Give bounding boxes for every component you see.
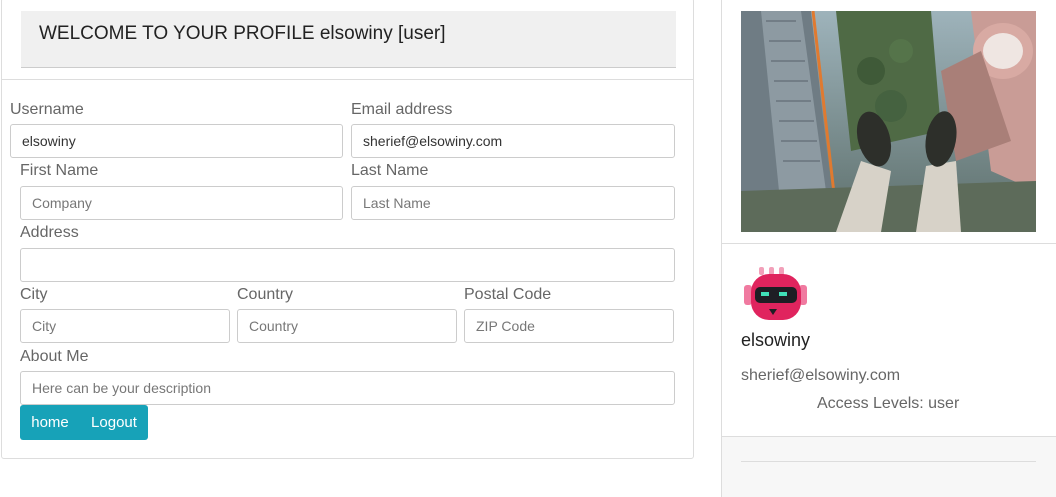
email-label: Email address: [351, 101, 453, 118]
city-label: City: [20, 286, 48, 303]
country-input[interactable]: [237, 309, 457, 343]
city-input[interactable]: [20, 309, 230, 343]
access-levels: Access Levels: user: [817, 395, 960, 412]
address-input[interactable]: [20, 248, 675, 282]
username-label: Username: [10, 101, 84, 118]
page-title: WELCOME TO YOUR PROFILE elsowiny [user]: [39, 23, 446, 44]
country-label: Country: [237, 286, 294, 303]
username-input[interactable]: [10, 124, 343, 158]
card-header: WELCOME TO YOUR PROFILE elsowiny [user]: [2, 0, 693, 80]
postal-code-input[interactable]: [464, 309, 674, 343]
email-input[interactable]: [351, 124, 675, 158]
cover-photo-image: [741, 11, 1036, 232]
card-divider: [722, 243, 1056, 244]
welcome-banner: WELCOME TO YOUR PROFILE elsowiny [user]: [21, 11, 676, 68]
about-me-input[interactable]: [20, 371, 675, 405]
about-me-label: About Me: [20, 348, 89, 365]
address-label: Address: [20, 224, 79, 241]
postal-code-label: Postal Code: [464, 286, 552, 303]
first-name-input[interactable]: [20, 186, 343, 220]
footer-divider: [741, 461, 1036, 462]
user-profile-card: elsowiny sherief@elsowiny.com Access Lev…: [721, 0, 1056, 497]
profile-email: sherief@elsowiny.com: [741, 367, 901, 384]
robot-avatar-icon: [741, 265, 811, 327]
last-name-label: Last Name: [351, 162, 429, 179]
card-footer: [722, 437, 1056, 497]
home-button[interactable]: home: [20, 405, 80, 440]
last-name-input[interactable]: [351, 186, 675, 220]
first-name-label: First Name: [20, 162, 99, 179]
cover-photo: [741, 11, 1036, 232]
profile-username: elsowiny: [741, 330, 811, 350]
logout-button[interactable]: Logout: [80, 405, 148, 440]
